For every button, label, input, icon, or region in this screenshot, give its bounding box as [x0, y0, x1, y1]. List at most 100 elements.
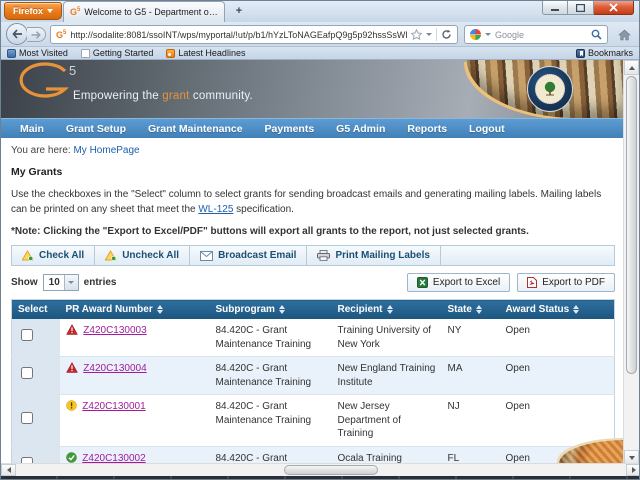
title-bar: Firefox G5 Welcome to G5 - Department of…: [1, 1, 639, 22]
page-size-select[interactable]: 10: [42, 274, 79, 291]
row-select-checkbox[interactable]: [21, 329, 33, 342]
award-number-link[interactable]: Z420C130001: [82, 401, 145, 412]
column-header-pr-award-number[interactable]: PR Award Number: [59, 299, 210, 319]
vertical-scrollbar-thumb[interactable]: [626, 76, 637, 374]
arrow-right-icon: [631, 467, 636, 473]
state-cell: NJ: [441, 394, 500, 447]
award-number-link[interactable]: Z420C130002: [82, 453, 145, 464]
breadcrumb: You are here: My HomePage: [11, 145, 140, 156]
pdf-icon: [527, 277, 538, 288]
window-bottom-edge: [1, 476, 639, 479]
g5-logo-g-icon: [19, 62, 69, 98]
nav-item-reports[interactable]: Reports: [396, 123, 458, 135]
rss-feed-icon: [166, 48, 176, 58]
bookmarks-icon: [575, 48, 585, 58]
row-select-checkbox[interactable]: [21, 412, 33, 424]
breadcrumb-home-link[interactable]: My HomePage: [73, 145, 139, 156]
bookmark-most-visited[interactable]: Most Visited: [7, 48, 68, 58]
column-header-select: Select: [11, 299, 60, 319]
email-icon: [200, 250, 214, 261]
warning-icon: [65, 400, 77, 411]
search-input[interactable]: Google: [464, 25, 608, 44]
g5-favicon-icon: G5: [56, 29, 67, 40]
department-of-education-seal: [527, 66, 573, 112]
sort-icon[interactable]: [475, 305, 482, 314]
broadcast-email-button[interactable]: Broadcast Email: [190, 246, 308, 265]
forward-button[interactable]: [27, 27, 46, 42]
home-button[interactable]: [614, 26, 634, 44]
wl-125-link[interactable]: WL-125: [198, 204, 233, 215]
google-logo-icon: [470, 29, 481, 40]
bookmarks-toolbar: Most Visited Getting Started Latest Head…: [1, 47, 639, 60]
close-button[interactable]: [594, 1, 634, 15]
intro-text: Use the checkboxes in the "Select" colum…: [11, 189, 602, 215]
main-navigation: Main Grant Setup Grant Maintenance Payme…: [1, 118, 625, 138]
check-all-button[interactable]: Check All: [12, 246, 96, 265]
nav-item-g5-admin[interactable]: G5 Admin: [325, 123, 396, 135]
bookmark-latest-headlines[interactable]: Latest Headlines: [166, 48, 245, 58]
subprogram-cell: 84.420C - Grant Maintenance Training: [209, 356, 332, 395]
nav-item-grant-maintenance[interactable]: Grant Maintenance: [137, 123, 254, 135]
horizontal-scrollbar[interactable]: [1, 463, 639, 476]
nav-item-grant-setup[interactable]: Grant Setup: [55, 123, 137, 135]
table-row: Z420C130001 84.420C - Grant Maintenance …: [11, 394, 615, 447]
page-content: You are here: My HomePage My Grants Use …: [1, 138, 625, 465]
g5-logo: [15, 62, 71, 107]
list-controls: Show 10 entries Export to Excel Export t…: [11, 273, 615, 292]
url-text: http://sodalite:8081/ssoINT/wps/myportal…: [70, 29, 407, 40]
sort-icon[interactable]: [278, 305, 285, 314]
print-mailing-labels-button[interactable]: Print Mailing Labels: [307, 246, 441, 265]
horizontal-scrollbar-thumb[interactable]: [284, 465, 378, 475]
error-icon: [65, 324, 78, 335]
column-header-state[interactable]: State: [441, 299, 500, 319]
most-visited-icon: [7, 48, 16, 58]
recipient-cell: New Jersey Department of Training: [331, 394, 442, 447]
export-to-pdf-button[interactable]: Export to PDF: [517, 273, 615, 292]
award-number-link[interactable]: Z420C130003: [83, 325, 146, 336]
scroll-left-button[interactable]: [1, 464, 16, 476]
new-tab-button[interactable]: +: [229, 5, 249, 19]
nav-item-logout[interactable]: Logout: [458, 123, 516, 135]
award-status-cell: Open: [499, 356, 615, 395]
column-header-recipient[interactable]: Recipient: [331, 299, 442, 319]
uncheck-all-icon: [105, 250, 117, 261]
nav-item-payments[interactable]: Payments: [254, 123, 326, 135]
minimize-icon: [551, 8, 559, 11]
search-icon[interactable]: [591, 29, 602, 40]
export-to-excel-button[interactable]: Export to Excel: [406, 273, 511, 292]
bookmark-getting-started[interactable]: Getting Started: [80, 48, 153, 58]
firefox-menu-button[interactable]: Firefox: [4, 2, 62, 20]
bookmarks-menu-button[interactable]: Bookmarks: [575, 48, 633, 58]
scroll-up-button[interactable]: [624, 60, 639, 75]
page-title: My Grants: [11, 166, 63, 178]
back-button[interactable]: [6, 23, 28, 45]
chevron-down-icon: [47, 9, 53, 13]
search-engine-dropdown-icon[interactable]: [485, 33, 491, 36]
subprogram-cell: 84.420C - Grant Maintenance Training: [209, 319, 332, 357]
tree-icon: [544, 81, 556, 96]
show-entries-group: Show 10 entries: [11, 274, 116, 291]
award-status-cell: Open: [499, 394, 615, 447]
scroll-right-button[interactable]: [626, 464, 639, 476]
vertical-scrollbar[interactable]: [623, 60, 639, 465]
column-header-award-status[interactable]: Award Status: [499, 299, 615, 319]
arrow-left-icon: [6, 467, 11, 473]
sort-icon[interactable]: [573, 305, 580, 314]
nav-item-main[interactable]: Main: [9, 123, 55, 135]
state-cell: MA: [441, 356, 500, 395]
minimize-button[interactable]: [542, 1, 568, 15]
column-header-subprogram[interactable]: Subprogram: [209, 299, 332, 319]
url-bar[interactable]: G5 http://sodalite:8081/ssoINT/wps/mypor…: [50, 25, 458, 44]
reload-icon[interactable]: [441, 29, 452, 40]
navigation-toolbar: G5 http://sodalite:8081/ssoINT/wps/mypor…: [1, 22, 639, 47]
search-placeholder: Google: [495, 29, 525, 40]
award-number-link[interactable]: Z420C130004: [83, 363, 146, 374]
url-dropdown-icon[interactable]: [426, 33, 432, 36]
browser-tab[interactable]: G5 Welcome to G5 - Department of Educati…: [63, 1, 225, 22]
maximize-button[interactable]: [568, 1, 594, 15]
sort-icon[interactable]: [156, 305, 163, 314]
uncheck-all-button[interactable]: Uncheck All: [95, 246, 191, 265]
row-select-checkbox[interactable]: [21, 367, 33, 380]
sort-icon[interactable]: [386, 305, 393, 314]
bookmark-star-icon[interactable]: [411, 29, 422, 40]
